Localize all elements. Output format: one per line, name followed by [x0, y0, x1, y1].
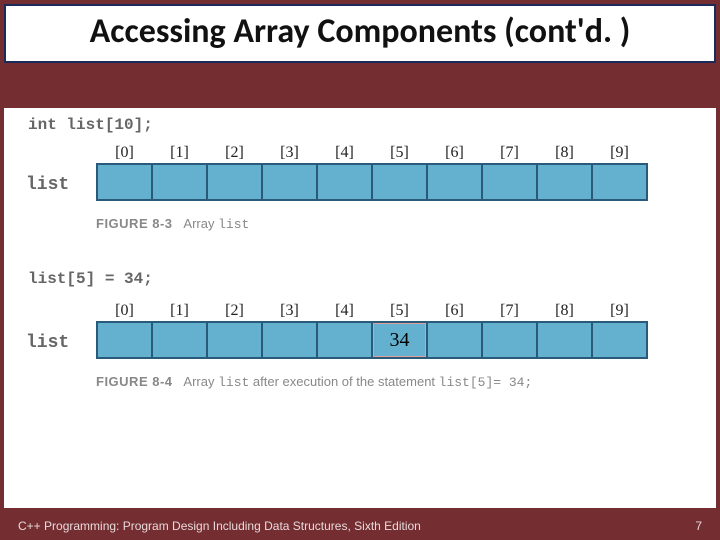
figure-text: Array: [183, 374, 218, 389]
title-band: Accessing Array Components (cont'd. ): [4, 4, 716, 63]
index-cell: [7]: [482, 142, 537, 164]
array-cell: [97, 322, 152, 358]
array-cell: [372, 164, 427, 200]
array-cell: [592, 322, 647, 358]
array-cell: [207, 164, 262, 200]
index-cell: [9]: [592, 142, 647, 164]
array-cell: [482, 322, 537, 358]
slide-title: Accessing Array Components (cont'd. ): [16, 12, 704, 51]
value-row: [97, 164, 647, 200]
index-cell: [0]: [97, 142, 152, 164]
code-declaration-1: int list[10];: [28, 116, 153, 134]
index-cell: [2]: [207, 300, 262, 322]
figure-number: FIGURE 8-4: [96, 374, 173, 389]
figure-caption-1: FIGURE 8-3 Array list: [96, 216, 249, 232]
array-cell: [152, 322, 207, 358]
array-cell: [592, 164, 647, 200]
array-cell: [317, 164, 372, 200]
array-label-1: list: [26, 175, 69, 195]
array-cell: [537, 164, 592, 200]
page-number: 7: [695, 519, 702, 533]
figure-number: FIGURE 8-3: [96, 216, 173, 231]
index-row: [0] [1] [2] [3] [4] [5] [6] [7] [8] [9]: [97, 300, 647, 322]
array-cell: [262, 322, 317, 358]
index-cell: [4]: [317, 300, 372, 322]
index-cell: [5]: [372, 142, 427, 164]
index-cell: [2]: [207, 142, 262, 164]
index-cell: [7]: [482, 300, 537, 322]
array-label-2: list: [26, 333, 69, 353]
content-area: int list[10]; list [0] [1] [2] [3] [4] […: [4, 108, 716, 508]
footer-text: C++ Programming: Program Design Includin…: [18, 519, 421, 533]
figure-mono: list: [218, 375, 249, 390]
footer: C++ Programming: Program Design Includin…: [4, 512, 716, 540]
array-cell: [427, 164, 482, 200]
index-cell: [6]: [427, 300, 482, 322]
index-cell: [9]: [592, 300, 647, 322]
code-declaration-2: list[5] = 34;: [28, 270, 153, 288]
array-cell: 34: [372, 322, 427, 358]
array-cell: [262, 164, 317, 200]
array-cell: [317, 322, 372, 358]
index-row: [0] [1] [2] [3] [4] [5] [6] [7] [8] [9]: [97, 142, 647, 164]
index-cell: [1]: [152, 142, 207, 164]
array-cell: [537, 322, 592, 358]
index-cell: [8]: [537, 300, 592, 322]
index-cell: [6]: [427, 142, 482, 164]
array-cell: [427, 322, 482, 358]
array-cell: [152, 164, 207, 200]
slide: Accessing Array Components (cont'd. ) in…: [0, 0, 720, 540]
array-cell: [482, 164, 537, 200]
figure-mono: list[5]= 34;: [439, 375, 533, 390]
index-cell: [4]: [317, 142, 372, 164]
index-cell: [8]: [537, 142, 592, 164]
value-row: 34: [97, 322, 647, 358]
array-cell: [97, 164, 152, 200]
array-cell: [207, 322, 262, 358]
index-cell: [3]: [262, 300, 317, 322]
figure-mono: list: [218, 217, 249, 232]
index-cell: [0]: [97, 300, 152, 322]
index-cell: [5]: [372, 300, 427, 322]
array-figure-2: [0] [1] [2] [3] [4] [5] [6] [7] [8] [9] …: [96, 300, 648, 359]
array-figure-1: [0] [1] [2] [3] [4] [5] [6] [7] [8] [9]: [96, 142, 648, 201]
figure-text: Array: [183, 216, 218, 231]
index-cell: [3]: [262, 142, 317, 164]
index-cell: [1]: [152, 300, 207, 322]
figure-text: after execution of the statement: [249, 374, 438, 389]
figure-caption-2: FIGURE 8-4 Array list after execution of…: [96, 374, 532, 390]
